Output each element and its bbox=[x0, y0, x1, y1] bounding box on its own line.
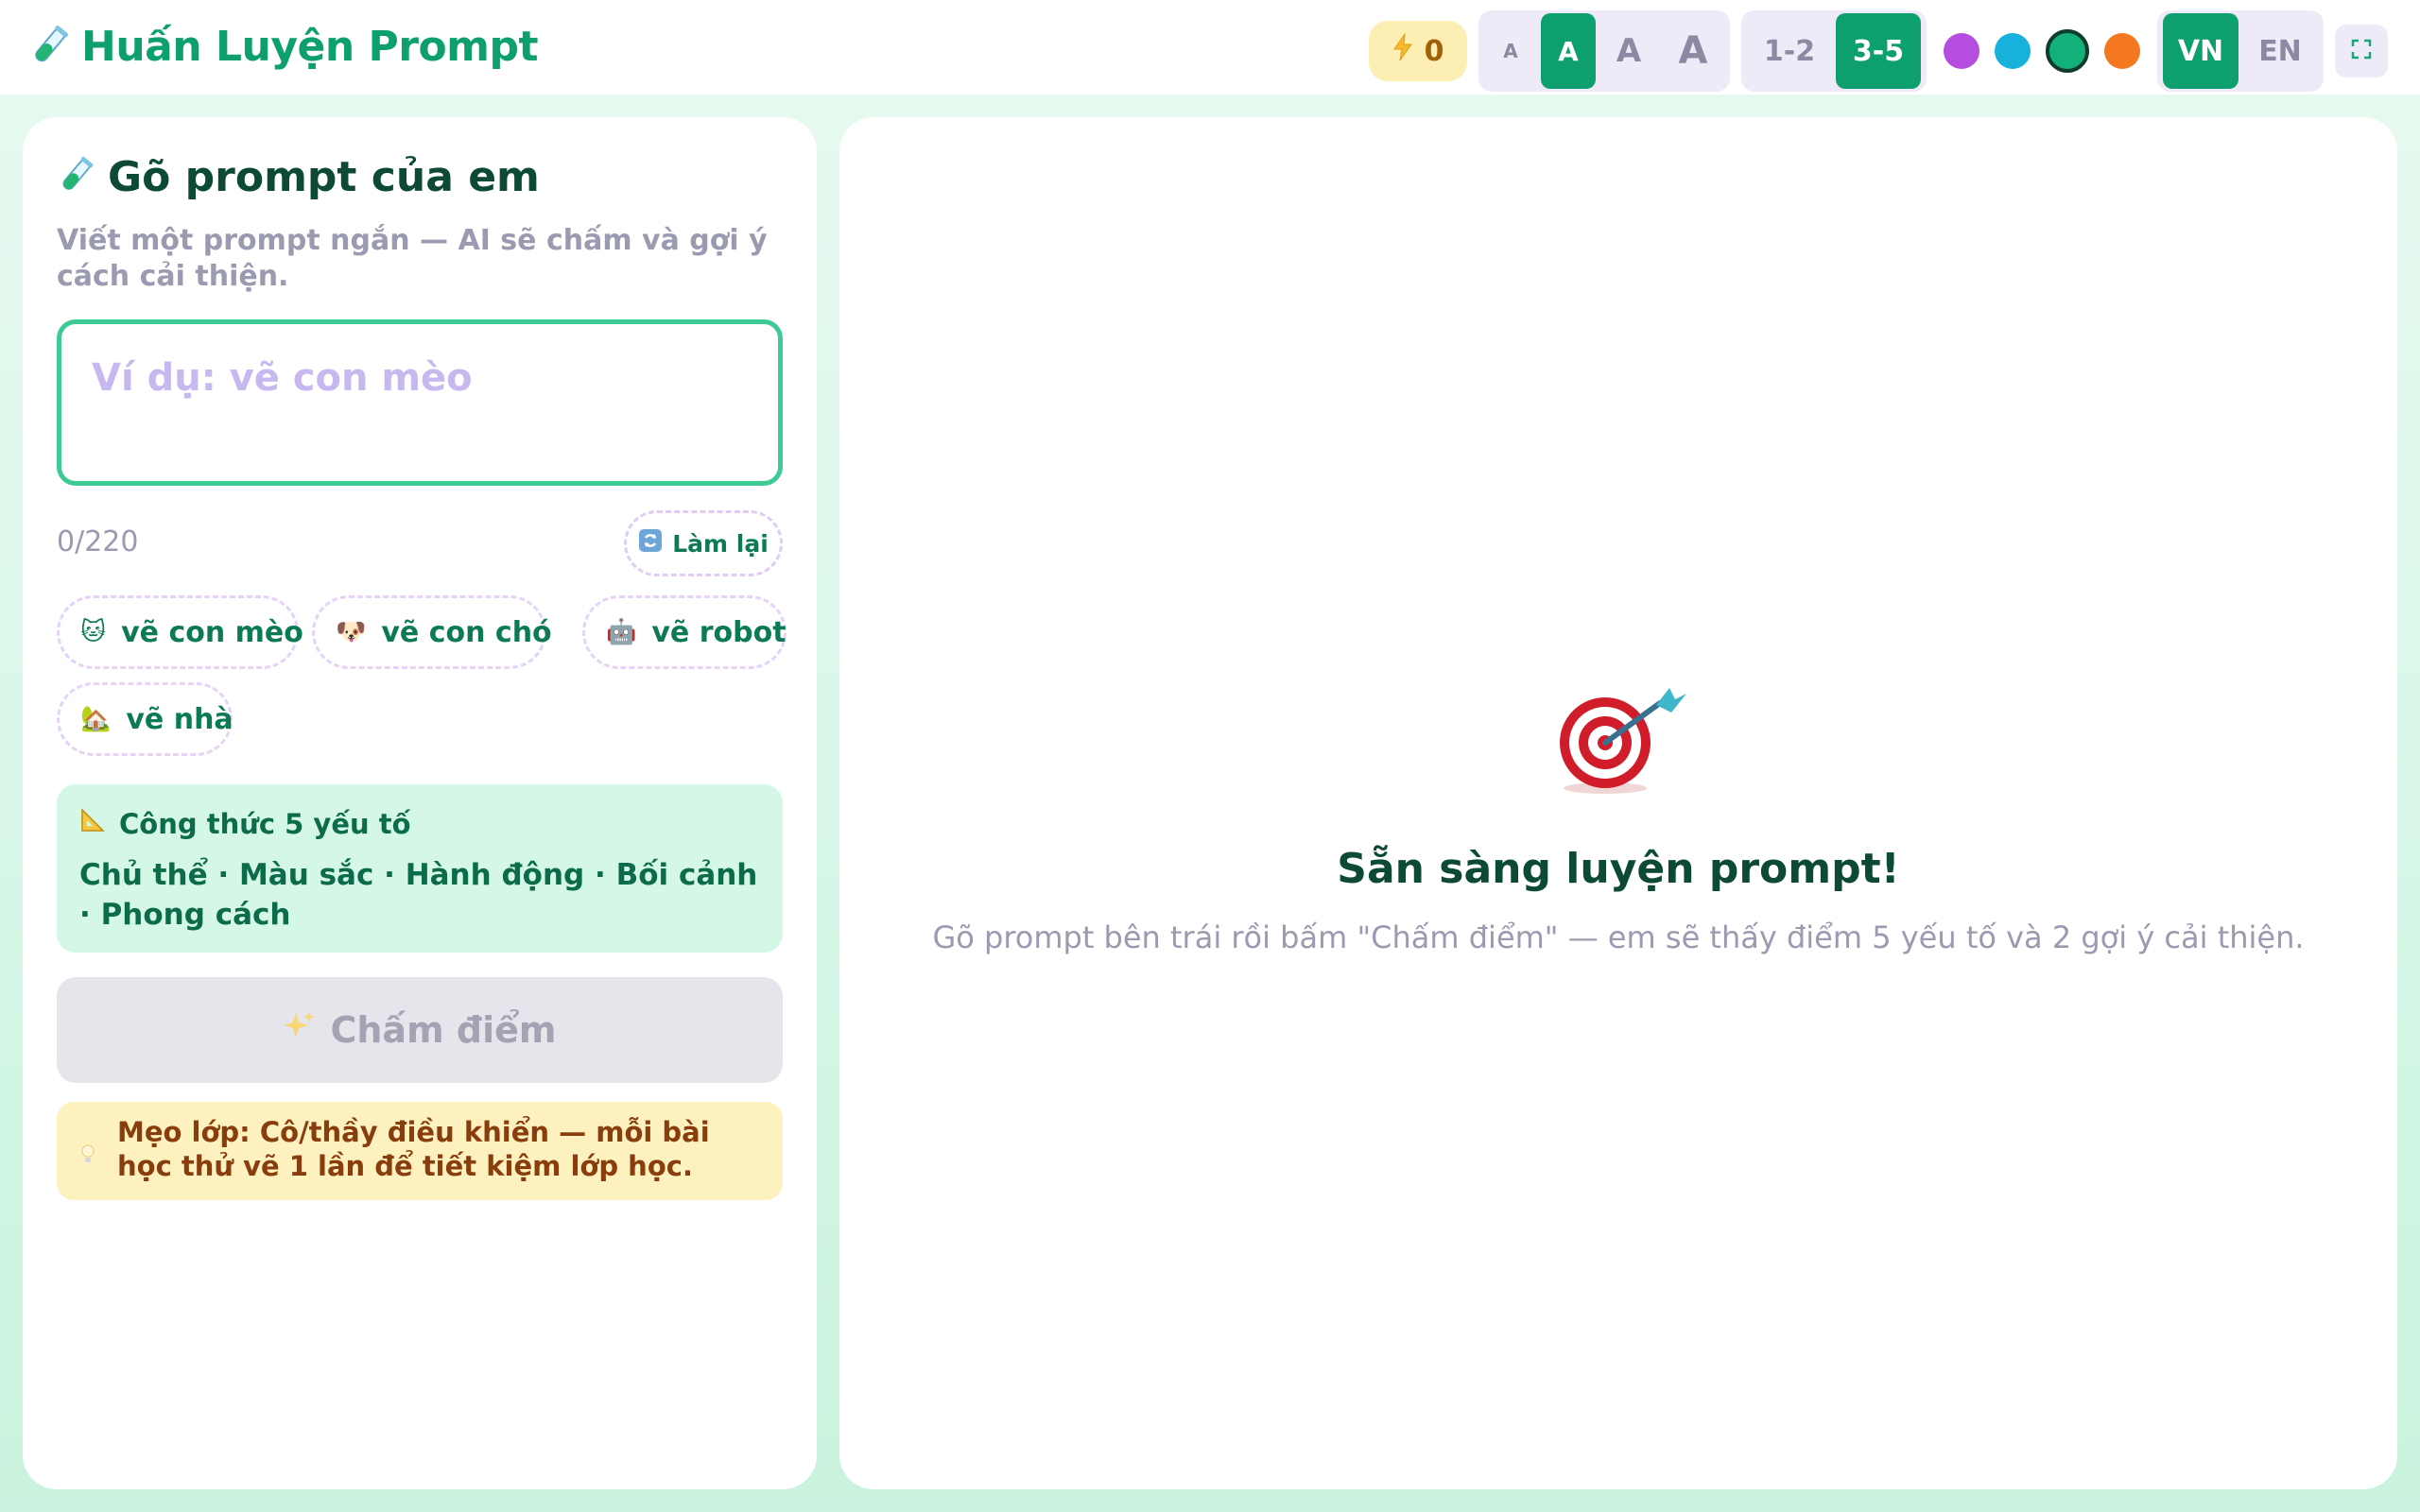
formula-title: Công thức 5 yếu tố bbox=[119, 807, 411, 840]
font-size-l[interactable]: A bbox=[1662, 13, 1724, 89]
result-panel: Sẵn sàng luyện prompt! Gõ prompt bên trá… bbox=[839, 117, 2397, 1489]
font-size-m[interactable]: A bbox=[1599, 13, 1658, 89]
panel-heading: Gõ prompt của em bbox=[57, 153, 540, 201]
panel-title: Gõ prompt của em bbox=[108, 153, 540, 201]
age-group-1-2[interactable]: 1-2 bbox=[1747, 13, 1832, 89]
reset-label: Làm lại bbox=[672, 529, 769, 558]
empty-state-title: Sẵn sàng luyện prompt! bbox=[1337, 845, 1900, 893]
brand: Huấn Luyện Prompt bbox=[28, 21, 539, 72]
chip-robot[interactable]: 🤖 vẽ robot bbox=[582, 595, 786, 669]
empty-state: Sẵn sàng luyện prompt! Gõ prompt bên trá… bbox=[839, 684, 2397, 955]
prompt-placeholder: Ví dụ: vẽ con mèo bbox=[92, 356, 473, 400]
age-group-3-5[interactable]: 3-5 bbox=[1836, 13, 1921, 89]
empty-state-subtitle: Gõ prompt bên trái rồi bấm "Chấm điểm" —… bbox=[932, 919, 2305, 955]
formula-body: Chủ thể · Màu sắc · Hành động · Bối cảnh… bbox=[79, 858, 758, 932]
lightning-icon bbox=[1392, 32, 1413, 69]
target-icon bbox=[1543, 684, 1694, 807]
score-label: Chấm điểm bbox=[330, 1009, 557, 1051]
house-icon: 🏡 bbox=[80, 705, 112, 733]
classroom-tip: Mẹo lớp: Cô/thầy điều khiển — mỗi bài họ… bbox=[57, 1102, 783, 1200]
language-en[interactable]: EN bbox=[2242, 13, 2318, 89]
age-group-selector: 1-2 3-5 bbox=[1741, 10, 1927, 92]
chip-dog[interactable]: 🐶 vẽ con chó bbox=[312, 595, 552, 669]
chip-label: vẽ con mèo bbox=[121, 615, 303, 649]
font-size-xs[interactable]: A bbox=[1484, 13, 1537, 89]
chip-label: vẽ con chó bbox=[381, 615, 552, 649]
top-bar: Huấn Luyện Prompt 0 A A A A 1-2 3-5 VN E… bbox=[0, 0, 2420, 94]
language-vn[interactable]: VN bbox=[2163, 13, 2238, 89]
refresh-icon bbox=[638, 528, 663, 558]
dog-icon: 🐶 bbox=[336, 618, 367, 646]
chip-cat[interactable]: 🐱 vẽ con mèo bbox=[57, 595, 303, 669]
prompt-panel: Gõ prompt của em Viết một prompt ngắn — … bbox=[23, 117, 817, 1489]
energy-count: 0 bbox=[1424, 34, 1444, 68]
language-selector: VN EN bbox=[2157, 10, 2324, 92]
cat-icon: 🐱 bbox=[80, 618, 107, 646]
test-tube-icon bbox=[57, 155, 95, 200]
fullscreen-button[interactable] bbox=[2335, 25, 2388, 77]
panel-subtitle: Viết một prompt ngắn — AI sẽ chấm và gợi… bbox=[57, 224, 768, 293]
lightbulb-icon bbox=[79, 1115, 96, 1200]
theme-green-swatch[interactable] bbox=[2046, 29, 2089, 73]
prompt-input[interactable]: Ví dụ: vẽ con mèo bbox=[57, 319, 783, 486]
test-tube-icon bbox=[28, 21, 70, 72]
formula-card: Công thức 5 yếu tố Chủ thể · Màu sắc · H… bbox=[57, 784, 783, 953]
robot-icon: 🤖 bbox=[606, 618, 637, 646]
reset-button[interactable]: Làm lại bbox=[624, 510, 783, 576]
font-size-s[interactable]: A bbox=[1541, 13, 1596, 89]
tip-text: Mẹo lớp: Cô/thầy điều khiển — mỗi bài họ… bbox=[117, 1116, 710, 1182]
formula-header: Công thức 5 yếu tố bbox=[79, 807, 760, 840]
theme-color-picker bbox=[1938, 29, 2146, 73]
character-counter: 0/220 bbox=[57, 525, 139, 558]
score-button[interactable]: Chấm điểm bbox=[57, 977, 783, 1083]
theme-cyan-swatch[interactable] bbox=[1995, 33, 2031, 69]
chip-house[interactable]: 🏡 vẽ nhà bbox=[57, 682, 233, 756]
toolbar: 0 A A A A 1-2 3-5 VN EN bbox=[1369, 10, 2388, 92]
font-size-selector: A A A A bbox=[1478, 10, 1730, 92]
energy-counter: 0 bbox=[1369, 21, 1467, 81]
triangle-ruler-icon bbox=[79, 807, 106, 840]
chip-label: vẽ nhà bbox=[126, 702, 233, 736]
fullscreen-icon bbox=[2351, 39, 2372, 63]
theme-purple-swatch[interactable] bbox=[1944, 33, 1979, 69]
chip-label: vẽ robot bbox=[651, 615, 786, 649]
sparkles-icon bbox=[283, 1009, 317, 1052]
theme-orange-swatch[interactable] bbox=[2104, 33, 2140, 69]
app-title: Huấn Luyện Prompt bbox=[81, 22, 539, 71]
